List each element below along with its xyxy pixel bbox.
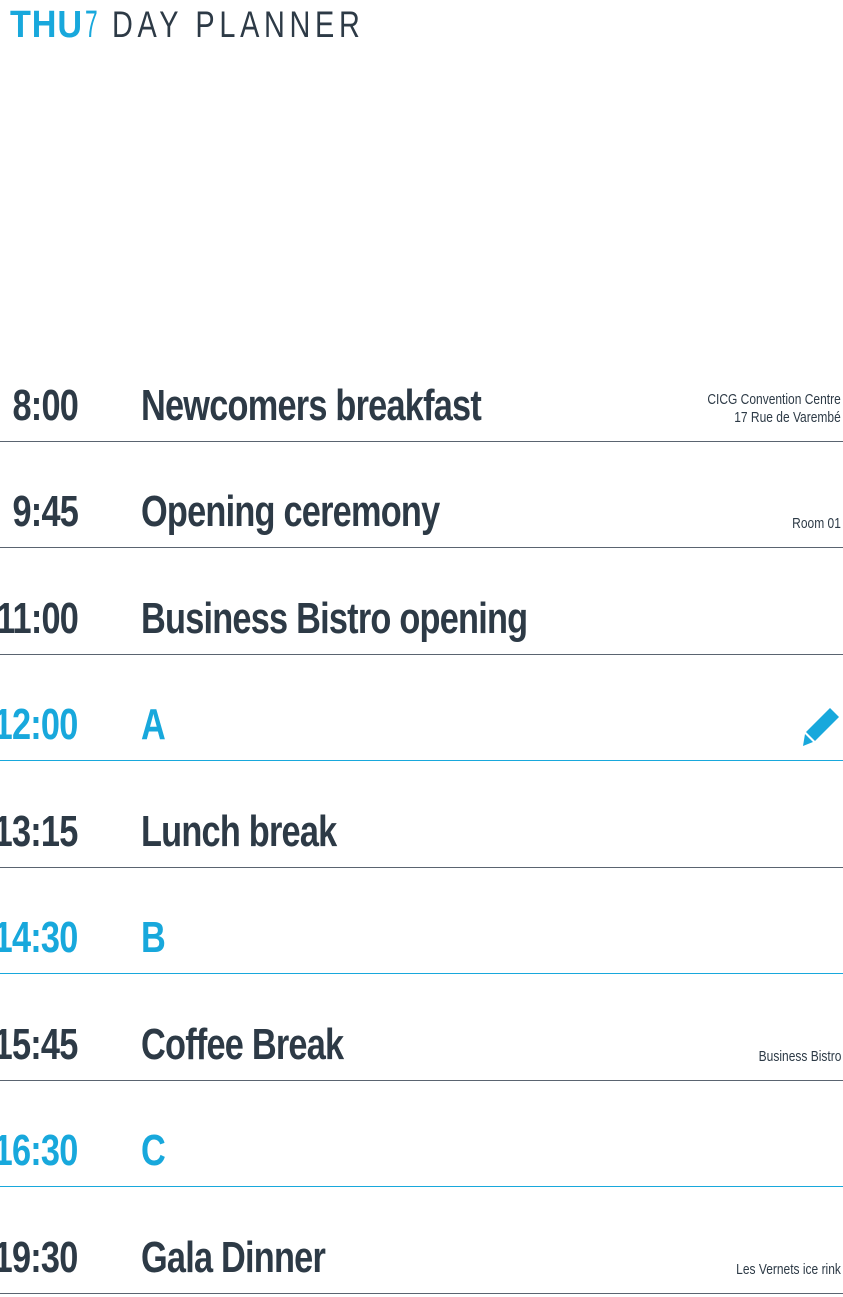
event-title: Lunch break xyxy=(141,806,337,856)
event-title: Business Bistro opening xyxy=(141,593,528,643)
schedule-row-selectable[interactable]: 16:30 C xyxy=(0,1081,843,1187)
schedule-row[interactable]: 8:00 Newcomers breakfast CICG Convention… xyxy=(0,335,843,442)
event-location: Room 01 xyxy=(792,515,841,533)
schedule-row[interactable]: 19:30 Gala Dinner Les Vernets ice rink xyxy=(0,1187,843,1294)
event-location-line: Les Vernets ice rink xyxy=(736,1260,841,1278)
event-time: 13:15 xyxy=(0,806,79,856)
event-time: 16:30 xyxy=(0,1126,79,1175)
event-time: 12:00 xyxy=(0,700,79,749)
event-title: Newcomers breakfast xyxy=(141,380,482,430)
event-title: Opening ceremony xyxy=(141,487,440,536)
schedule-row[interactable]: 15:45 Coffee Break Business Bistro xyxy=(0,974,843,1081)
event-title: B xyxy=(141,913,166,962)
event-title: A xyxy=(141,700,166,749)
schedule-row[interactable]: 11:00 Business Bistro opening xyxy=(0,548,843,655)
event-time: 8:00 xyxy=(12,380,78,430)
event-location: Les Vernets ice rink xyxy=(736,1261,841,1279)
event-location: CICG Convention Centre 17 Rue de Varembé xyxy=(708,391,841,427)
event-title: Gala Dinner xyxy=(141,1232,326,1282)
event-time: 11:00 xyxy=(0,593,79,643)
schedule-row-selectable[interactable]: 14:30 B xyxy=(0,868,843,974)
pencil-icon[interactable] xyxy=(801,706,841,748)
event-time: 9:45 xyxy=(12,487,78,536)
page-title: DAY PLANNER xyxy=(112,4,365,45)
event-title: C xyxy=(141,1126,166,1175)
schedule-row[interactable]: 13:15 Lunch break xyxy=(0,761,843,868)
event-location-line: 17 Rue de Varembé xyxy=(734,408,841,426)
date-label: 7 xyxy=(85,4,98,46)
page-header: THU 7 DAY PLANNER xyxy=(10,4,436,48)
event-location-line: CICG Convention Centre xyxy=(707,390,841,408)
event-time: 19:30 xyxy=(0,1232,79,1282)
event-location-line: Business Bistro xyxy=(758,1047,841,1065)
schedule-row[interactable]: 9:45 Opening ceremony Room 01 xyxy=(0,442,843,548)
event-time: 14:30 xyxy=(0,913,79,962)
event-time: 15:45 xyxy=(0,1019,79,1069)
schedule-row-selectable[interactable]: 12:00 A xyxy=(0,655,843,761)
event-location: Business Bistro xyxy=(758,1048,841,1066)
schedule-list: 8:00 Newcomers breakfast CICG Convention… xyxy=(0,335,843,1294)
event-title: Coffee Break xyxy=(141,1019,344,1069)
event-location-line: Room 01 xyxy=(792,515,841,532)
day-label: THU xyxy=(10,4,83,46)
